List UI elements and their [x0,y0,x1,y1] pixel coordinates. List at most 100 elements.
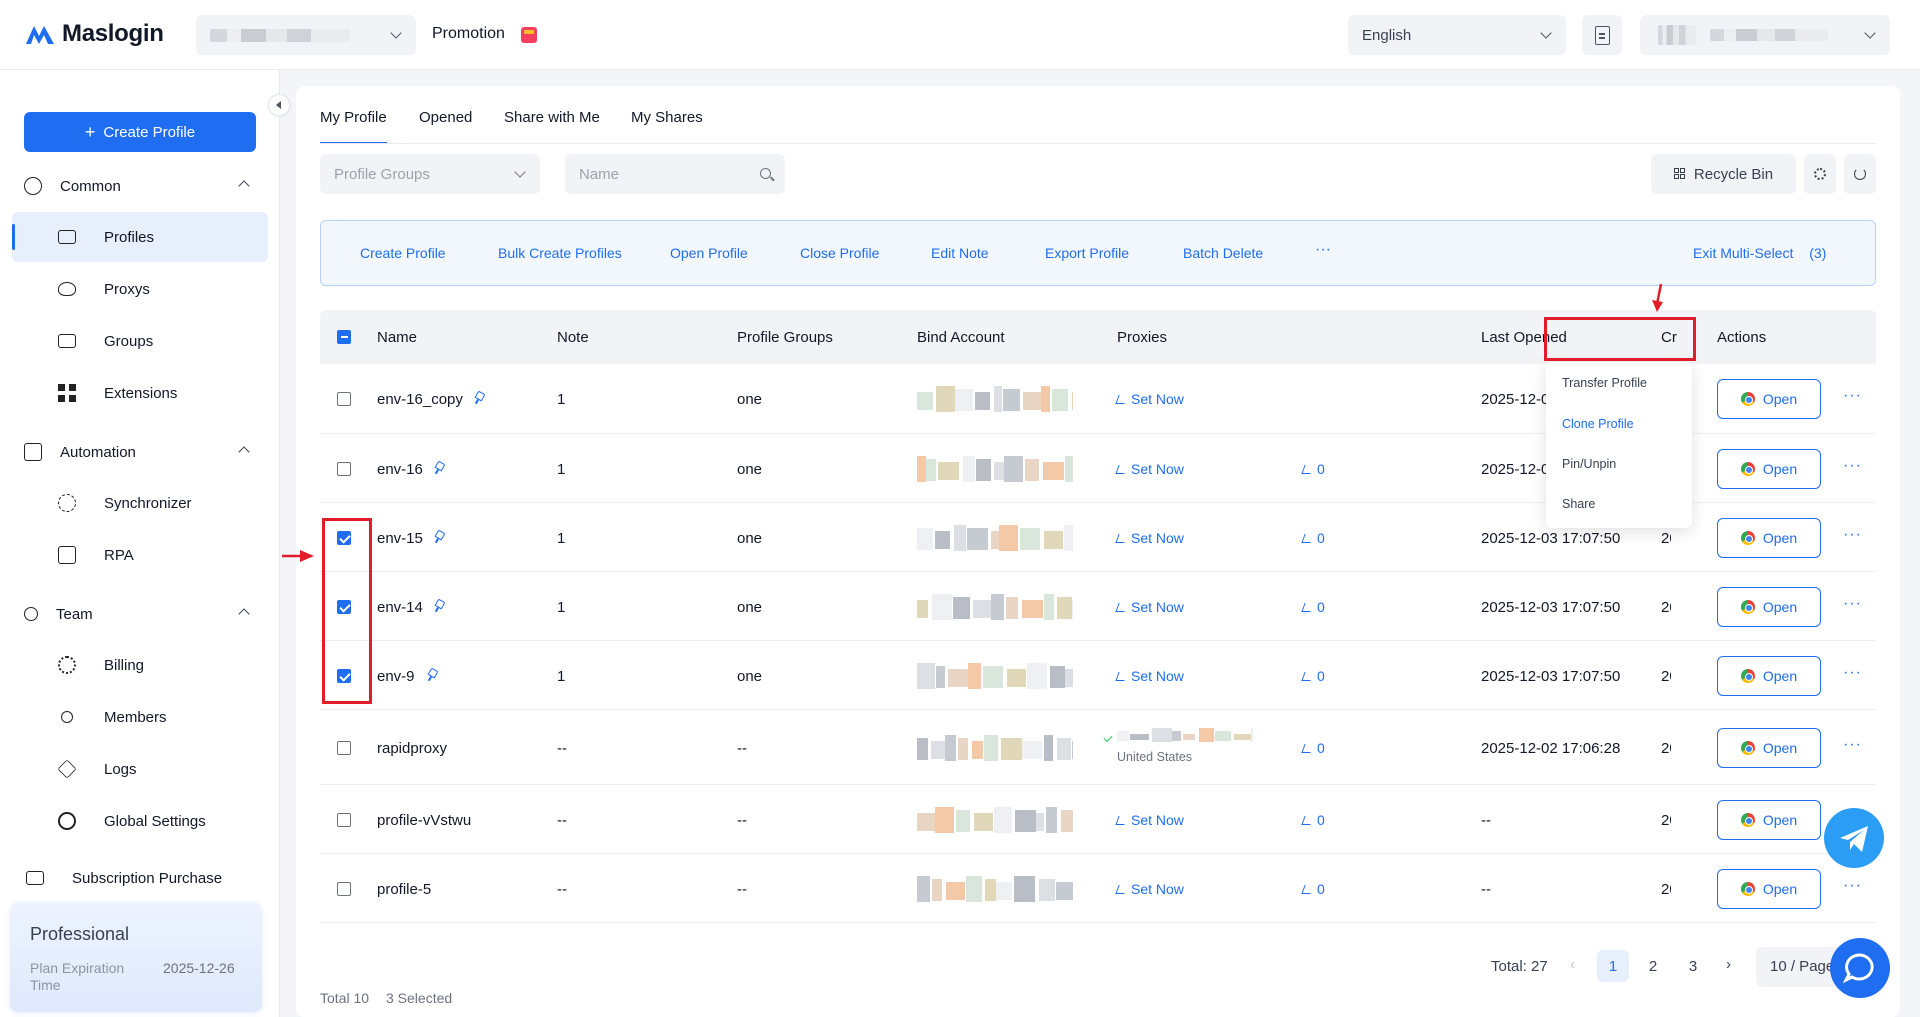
recycle-bin-button[interactable]: Recycle Bin [1651,154,1796,194]
header-bind-account[interactable]: Bind Account [917,329,1005,346]
menu-pin-unpin[interactable]: Pin/Unpin [1562,457,1616,471]
tags-link[interactable]: 0 [1301,881,1325,897]
collapse-sidebar-button[interactable] [268,94,290,116]
sidebar-item-synchronizer[interactable]: Synchronizer [12,478,268,528]
chat-button[interactable] [1830,938,1890,998]
pin-icon[interactable] [474,392,484,404]
tab-my-profile[interactable]: My Profile [320,109,387,144]
bulk-create-profile[interactable]: Create Profile [360,245,446,261]
bulk-bulk-create-profiles[interactable]: Bulk Create Profiles [498,245,622,261]
row-checkbox[interactable] [337,741,351,755]
open-profile-button[interactable]: Open [1717,728,1821,768]
profile-name[interactable]: env-15 [377,530,423,547]
pin-icon[interactable] [427,669,437,681]
row-more-icon[interactable]: ··· [1843,526,1862,544]
row-more-icon[interactable]: ··· [1843,664,1862,682]
table-row[interactable]: env-14 1 one Set Now 0 2025-12-03 17:07:50 20 O… [320,572,1876,641]
proxy-set-now-link[interactable]: Set Now [1115,812,1184,828]
name-search-input[interactable]: Name [565,154,785,194]
tab-my-shares[interactable]: My Shares [631,109,703,144]
scrollbar[interactable] [1906,70,1920,1017]
tags-link[interactable]: 0 [1301,740,1325,756]
header-name[interactable]: Name [377,329,417,346]
tags-link[interactable]: 0 [1301,530,1325,546]
row-more-icon[interactable]: ··· [1843,457,1862,475]
sidebar-item-billing[interactable]: Billing [12,640,268,690]
app-logo[interactable]: Maslogin [24,18,164,50]
settings-button[interactable] [1804,154,1836,194]
table-row[interactable]: profile-5 -- -- Set Now 0 -- 20 Open ··· [320,854,1876,923]
section-team[interactable]: Team [24,600,256,628]
sidebar-item-rpa[interactable]: RPA [12,530,268,580]
promotion-link[interactable]: Promotion [432,25,505,43]
tab-share-with-me[interactable]: Share with Me [504,109,600,144]
section-automation[interactable]: Automation [24,438,256,466]
row-checkbox[interactable] [337,392,351,406]
tags-link[interactable]: 0 [1301,461,1325,477]
sidebar-item-groups[interactable]: Groups [12,316,268,366]
table-row[interactable]: env-9 1 one Set Now 0 2025-12-03 17:07:50 20 Op… [320,641,1876,710]
tags-link[interactable]: 0 [1301,599,1325,615]
open-profile-button[interactable]: Open [1717,587,1821,627]
row-more-icon[interactable]: ··· [1843,595,1862,613]
next-page-icon[interactable]: › [1726,956,1731,973]
sidebar-item-logs[interactable]: Logs [12,744,268,794]
sidebar-item-extensions[interactable]: Extensions [12,368,268,418]
open-profile-button[interactable]: Open [1717,656,1821,696]
sidebar-item-profiles[interactable]: Profiles [12,212,268,262]
bulk-close-profile[interactable]: Close Profile [800,245,879,261]
table-row[interactable]: rapidproxy -- -- United States 0 2025-12-02 1… [320,710,1876,785]
open-profile-button[interactable]: Open [1717,518,1821,558]
tab-opened[interactable]: Opened [419,109,472,144]
page-3[interactable]: 3 [1677,950,1709,982]
prev-page-icon[interactable]: ‹ [1570,956,1575,973]
select-all-checkbox[interactable] [337,330,351,344]
menu-transfer-profile[interactable]: Transfer Profile [1562,376,1647,390]
header-profile-groups[interactable]: Profile Groups [737,329,833,346]
open-profile-button[interactable]: Open [1717,449,1821,489]
profile-name[interactable]: profile-vVstwu [377,812,471,829]
row-checkbox[interactable] [337,882,351,896]
bulk-export-profile[interactable]: Export Profile [1045,245,1129,261]
bulk-open-profile[interactable]: Open Profile [670,245,748,261]
exit-multiselect-button[interactable]: Exit Multi-Select (3) [1693,245,1826,261]
gift-icon[interactable] [521,27,537,43]
profile-name[interactable]: env-9 [377,668,415,685]
page-1[interactable]: 1 [1597,950,1629,982]
profile-name[interactable]: env-14 [377,599,423,616]
row-checkbox[interactable] [337,813,351,827]
proxy-set-now-link[interactable]: Set Now [1115,530,1184,546]
profile-groups-select[interactable]: Profile Groups [320,154,540,194]
header-note[interactable]: Note [557,329,589,346]
sidebar-item-proxys[interactable]: Proxys [12,264,268,314]
menu-share[interactable]: Share [1562,497,1595,511]
sidebar-item-global-settings[interactable]: Global Settings [12,796,268,846]
bulk-edit-note[interactable]: Edit Note [931,245,989,261]
section-common[interactable]: Common [24,172,256,200]
pin-icon[interactable] [434,600,444,612]
refresh-button[interactable] [1844,154,1876,194]
profile-name[interactable]: env-16 [377,461,423,478]
profile-name[interactable]: env-16_copy [377,391,463,408]
open-profile-button[interactable]: Open [1717,800,1821,840]
pin-icon[interactable] [434,462,444,474]
table-row[interactable]: profile-vVstwu----Set Now0--20Open··· [320,785,1876,854]
row-more-icon[interactable]: ··· [1843,387,1862,405]
page-2[interactable]: 2 [1637,950,1669,982]
language-select[interactable]: English [1348,15,1566,55]
pin-icon[interactable] [434,531,444,543]
proxy-set-now-link[interactable]: Set Now [1115,668,1184,684]
telegram-button[interactable] [1824,808,1884,868]
menu-clone-profile[interactable]: Clone Profile [1562,417,1634,431]
proxy-set-now-link[interactable]: Set Now [1115,391,1184,407]
user-menu[interactable] [1640,15,1890,55]
open-profile-button[interactable]: Open [1717,869,1821,909]
create-profile-button[interactable]: + Create Profile [24,112,256,152]
row-checkbox[interactable] [337,462,351,476]
open-profile-button[interactable]: Open [1717,379,1821,419]
bulk-more-button[interactable]: ··· [1315,241,1331,259]
subscription-purchase-link[interactable]: Subscription Purchase [24,864,256,892]
row-more-icon[interactable]: ··· [1843,877,1862,895]
proxy-set-now-link[interactable]: Set Now [1115,599,1184,615]
sidebar-item-members[interactable]: Members [12,692,268,742]
